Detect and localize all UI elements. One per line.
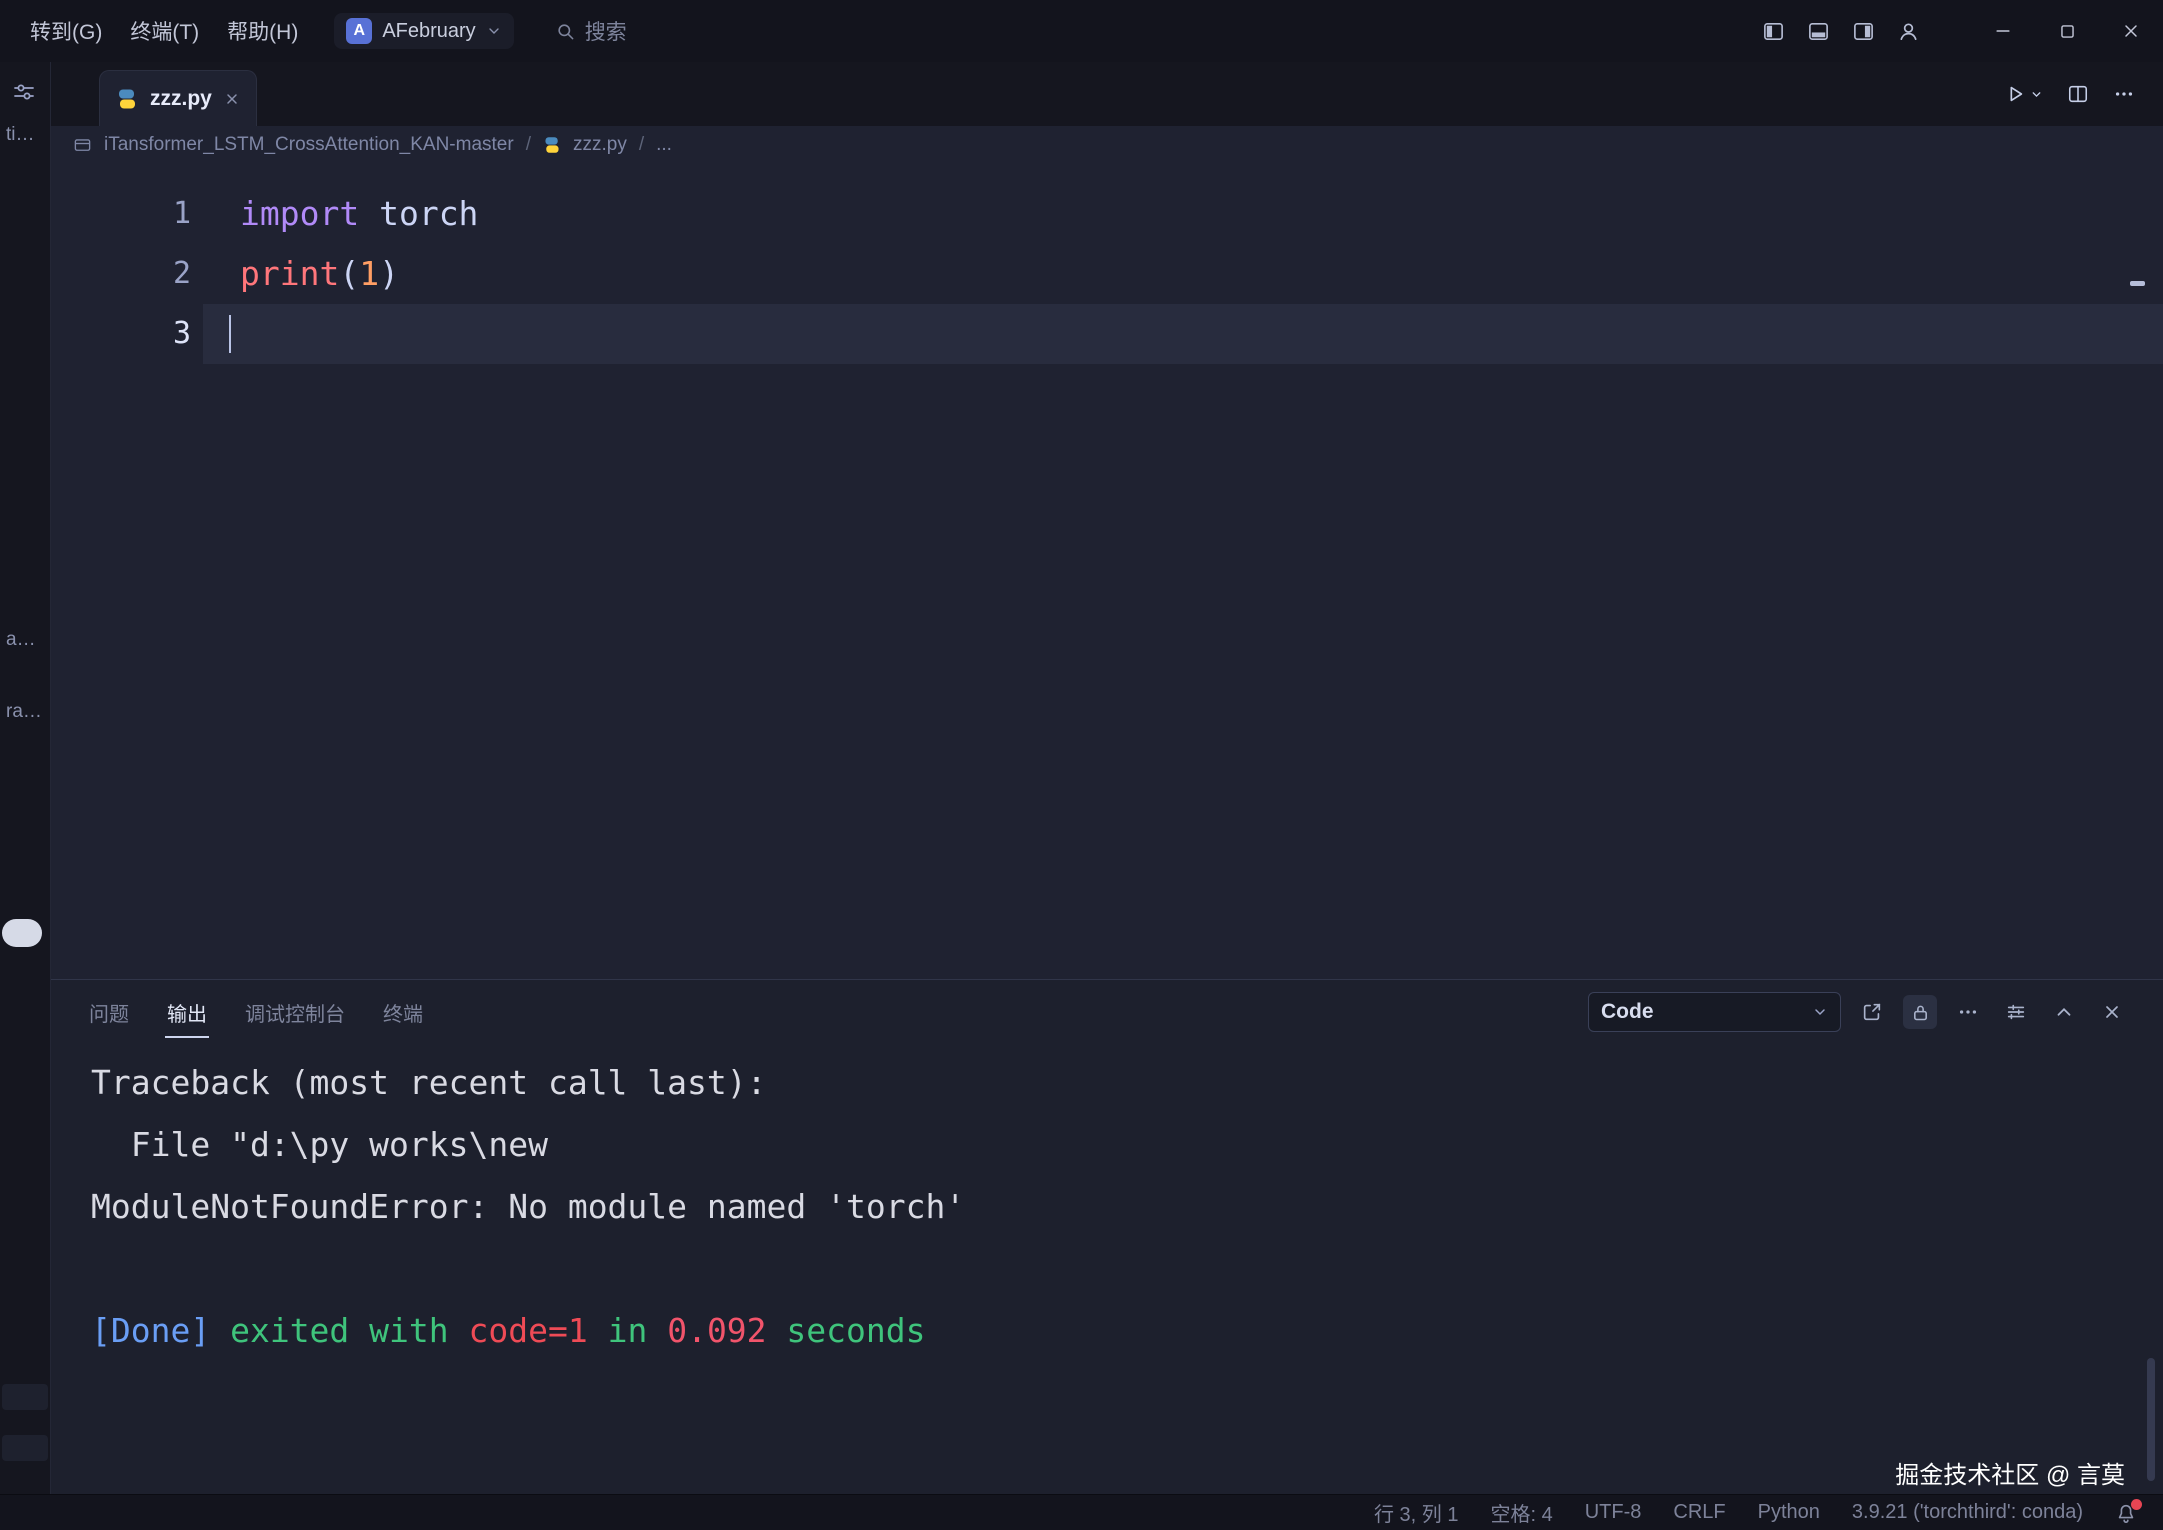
lock-autoscroll-icon[interactable] <box>1903 995 1937 1029</box>
vscode-window: 转到(G) 终端(T) 帮助(H) A AFebruary 搜索 <box>0 0 2163 1530</box>
status-cursor-position[interactable]: 行 3, 列 1 <box>1374 1498 1458 1527</box>
more-actions-icon[interactable] <box>2113 83 2135 105</box>
sidebar-item-truncated[interactable]: ti… <box>6 124 50 146</box>
minimize-button[interactable] <box>1971 0 2035 62</box>
python-file-icon <box>116 88 138 110</box>
bottom-panel: 问题 输出 调试控制台 终端 Code <box>51 979 2163 1494</box>
tab-bar: zzz.py <box>51 62 2163 126</box>
breadcrumb-more[interactable]: ... <box>656 134 672 156</box>
output-line: File "d:\py works\new <box>91 1114 2123 1176</box>
menubar: 转到(G) 终端(T) 帮助(H) <box>0 9 312 53</box>
status-python-interpreter[interactable]: 3.9.21 ('torchthird': conda) <box>1852 1501 2083 1524</box>
output-console[interactable]: Traceback (most recent call last): File … <box>51 1044 2163 1494</box>
overview-ruler-marker <box>2130 281 2145 286</box>
output-channel-value: Code <box>1601 1000 1804 1024</box>
open-output-in-editor-icon[interactable] <box>1855 995 1889 1029</box>
close-tab-icon[interactable] <box>224 91 240 107</box>
search-box[interactable]: 搜索 <box>556 16 627 46</box>
sidebar-collapsed: ti… a… ra… <box>0 62 51 1494</box>
notifications-bell-icon[interactable] <box>2115 1502 2137 1524</box>
sidebar-item-truncated[interactable]: a… <box>6 629 50 651</box>
chevron-up-icon[interactable] <box>2047 995 2081 1029</box>
menu-help[interactable]: 帮助(H) <box>213 9 312 53</box>
breadcrumb-separator: / <box>526 134 531 156</box>
chevron-down-icon <box>486 23 502 39</box>
python-file-icon <box>543 136 561 154</box>
window-controls <box>1751 0 2163 62</box>
toggle-sidebar-right-icon[interactable] <box>1841 9 1886 53</box>
toggle-panel-icon[interactable] <box>1796 9 1841 53</box>
panel-scrollbar-thumb[interactable] <box>2147 1358 2155 1481</box>
line-number: 2 <box>51 244 203 304</box>
status-bar: 行 3, 列 1 空格: 4 UTF-8 CRLF Python 3.9.21 … <box>0 1494 2163 1530</box>
status-eol[interactable]: CRLF <box>1673 1501 1725 1524</box>
chevron-down-icon <box>1812 1004 1828 1020</box>
panel-actions: Code <box>1588 992 2163 1032</box>
menu-terminal[interactable]: 终端(T) <box>116 9 213 53</box>
workspace-icon: A <box>346 18 372 44</box>
code-line: 2 print(1) <box>51 244 2163 304</box>
status-indent[interactable]: 空格: 4 <box>1490 1498 1552 1527</box>
output-line-blank <box>91 1238 2123 1300</box>
code-line: 1 import torch <box>51 184 2163 244</box>
account-icon[interactable] <box>1886 9 1931 53</box>
search-icon <box>556 22 575 41</box>
watermark: 掘金技术社区 @ 言莫 <box>1895 1455 2125 1490</box>
line-number: 1 <box>51 184 203 244</box>
output-line: ModuleNotFoundError: No module named 'to… <box>91 1176 2123 1238</box>
sliders-icon[interactable] <box>12 80 36 104</box>
output-line: Traceback (most recent call last): <box>91 1052 2123 1114</box>
body: ti… a… ra… zzz.py <box>0 62 2163 1494</box>
tab-label: zzz.py <box>150 87 212 111</box>
line-number: 3 <box>51 304 203 364</box>
notification-badge <box>2131 1499 2142 1510</box>
code-line-active: 3 <box>51 304 2163 364</box>
breadcrumb-folder[interactable]: iTansformer_LSTM_CrossAttention_KAN-mast… <box>104 134 514 156</box>
workspace-label: AFebruary <box>382 20 475 43</box>
editor-group: zzz.py <box>51 62 2163 1494</box>
status-encoding[interactable]: UTF-8 <box>1585 1501 1642 1524</box>
run-button[interactable] <box>2004 83 2043 105</box>
search-placeholder: 搜索 <box>585 16 627 46</box>
status-language[interactable]: Python <box>1758 1501 1820 1524</box>
sidebar-item-truncated[interactable]: ra… <box>6 701 50 723</box>
panel-tabs: 问题 输出 调试控制台 终端 <box>51 992 425 1033</box>
close-window-button[interactable] <box>2099 0 2163 62</box>
close-panel-icon[interactable] <box>2095 995 2129 1029</box>
sidebar-item-placeholder <box>2 1384 48 1410</box>
window-icon <box>73 136 92 155</box>
toggle-sidebar-left-icon[interactable] <box>1751 9 1796 53</box>
text-cursor <box>229 315 231 353</box>
sidebar-selection-indicator <box>2 919 42 947</box>
menu-goto[interactable]: 转到(G) <box>16 9 116 53</box>
workspace-dropdown[interactable]: A AFebruary <box>334 13 513 49</box>
editor-actions <box>2004 83 2163 105</box>
maximize-button[interactable] <box>2035 0 2099 62</box>
code-text: print(1) <box>203 244 2163 304</box>
split-editor-icon[interactable] <box>2067 83 2089 105</box>
code-editor[interactable]: 1 import torch 2 print(1) 3 <box>51 164 2163 979</box>
panel-header: 问题 输出 调试控制台 终端 Code <box>51 980 2163 1044</box>
sidebar-item-placeholder <box>2 1435 48 1461</box>
tab-zzz-py[interactable]: zzz.py <box>99 70 257 126</box>
tab-problems[interactable]: 问题 <box>87 992 131 1033</box>
more-actions-icon[interactable] <box>1951 995 1985 1029</box>
titlebar: 转到(G) 终端(T) 帮助(H) A AFebruary 搜索 <box>0 0 2163 62</box>
tab-terminal[interactable]: 终端 <box>381 992 425 1033</box>
tab-output[interactable]: 输出 <box>165 992 209 1033</box>
code-text <box>203 304 2163 364</box>
code-text: import torch <box>203 184 2163 244</box>
filter-icon[interactable] <box>1999 995 2033 1029</box>
chevron-down-icon <box>2030 88 2043 101</box>
breadcrumb-file[interactable]: zzz.py <box>573 134 627 156</box>
breadcrumb-separator: / <box>639 134 644 156</box>
breadcrumb: iTansformer_LSTM_CrossAttention_KAN-mast… <box>51 126 2163 164</box>
output-channel-select[interactable]: Code <box>1588 992 1841 1032</box>
output-line-done: [Done] exited with code=1 in 0.092 secon… <box>91 1300 2123 1362</box>
tab-debug-console[interactable]: 调试控制台 <box>243 992 347 1033</box>
